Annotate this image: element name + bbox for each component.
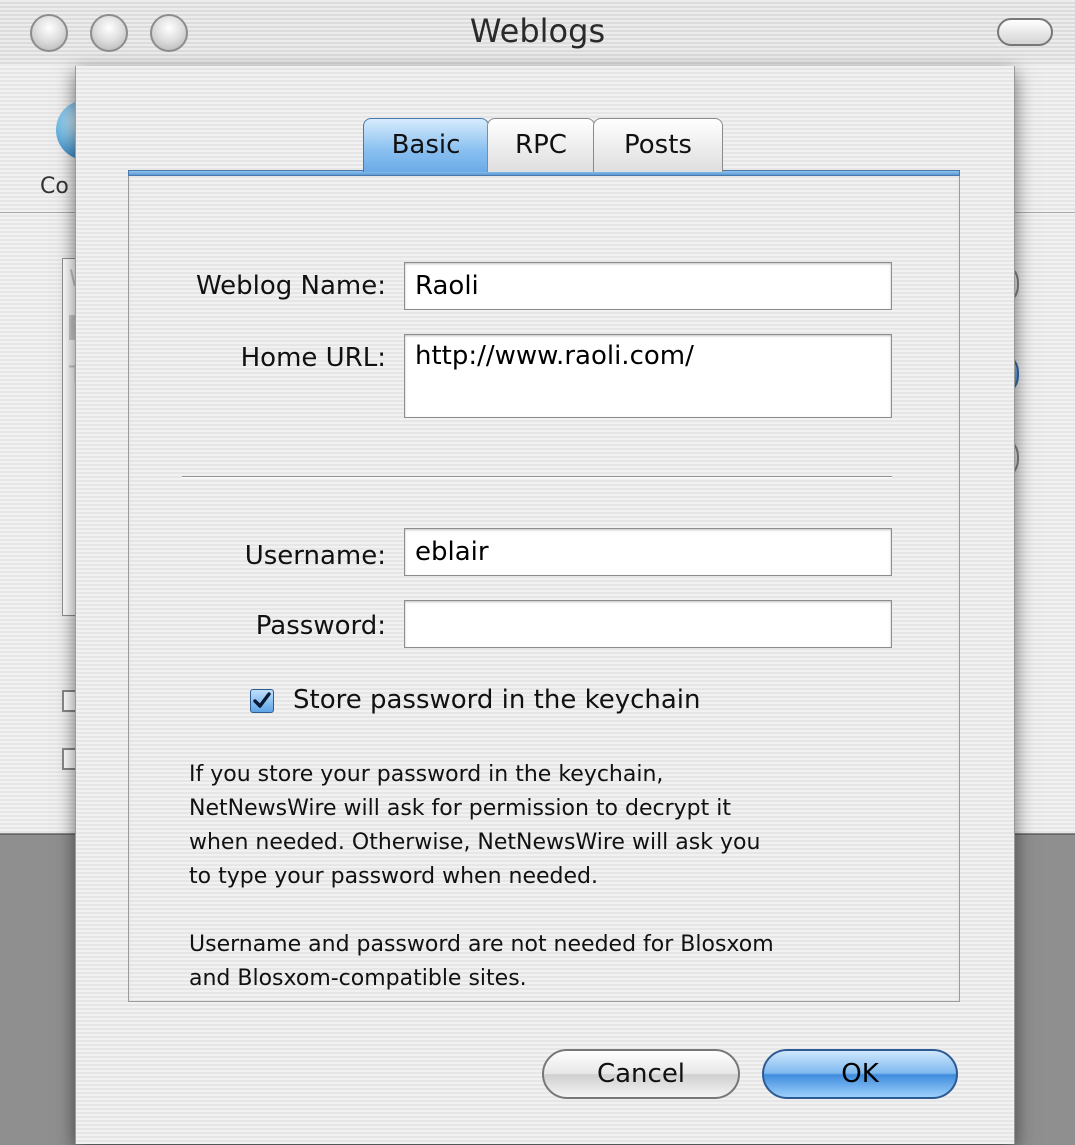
note-line: and Blosxom-compatible sites. xyxy=(189,966,527,991)
ok-button[interactable]: OK xyxy=(762,1049,958,1099)
window-title: Weblogs xyxy=(469,12,606,50)
checkmark-icon xyxy=(253,692,271,708)
weblog-name-label: Weblog Name: xyxy=(195,271,386,301)
username-label: Username: xyxy=(244,541,386,571)
home-url-field[interactable]: http://www.raoli.com/ xyxy=(404,334,892,418)
tab-rpc[interactable]: RPC xyxy=(487,118,595,172)
username-field[interactable] xyxy=(404,528,892,576)
password-label: Password: xyxy=(255,611,386,641)
keychain-help-text: If you store your password in the keycha… xyxy=(189,758,889,894)
help-line: to type your password when needed. xyxy=(189,864,598,889)
separator xyxy=(182,476,892,478)
tab-basic[interactable]: Basic xyxy=(363,118,489,172)
keychain-checkbox[interactable] xyxy=(250,689,274,713)
weblog-settings-sheet: Basic RPC Posts Weblog Name: Home URL: h… xyxy=(75,66,1015,1144)
cancel-button[interactable]: Cancel xyxy=(542,1049,740,1099)
keychain-checkbox-label[interactable]: Store password in the keychain xyxy=(293,685,701,715)
help-line: when needed. Otherwise, NetNewsWire will… xyxy=(189,830,761,855)
blosxom-note-text: Username and password are not needed for… xyxy=(189,928,889,996)
title-bar: Weblogs xyxy=(0,0,1075,67)
password-field[interactable] xyxy=(404,600,892,648)
help-line: If you store your password in the keycha… xyxy=(189,762,664,787)
tab-posts[interactable]: Posts xyxy=(593,118,723,172)
help-line: NetNewsWire will ask for permission to d… xyxy=(189,796,731,821)
home-url-label: Home URL: xyxy=(240,343,386,373)
weblog-name-field[interactable] xyxy=(404,262,892,310)
toolbar-toggle-button[interactable] xyxy=(997,18,1053,46)
toolbar-label: Co xyxy=(40,174,69,199)
note-line: Username and password are not needed for… xyxy=(189,932,774,957)
